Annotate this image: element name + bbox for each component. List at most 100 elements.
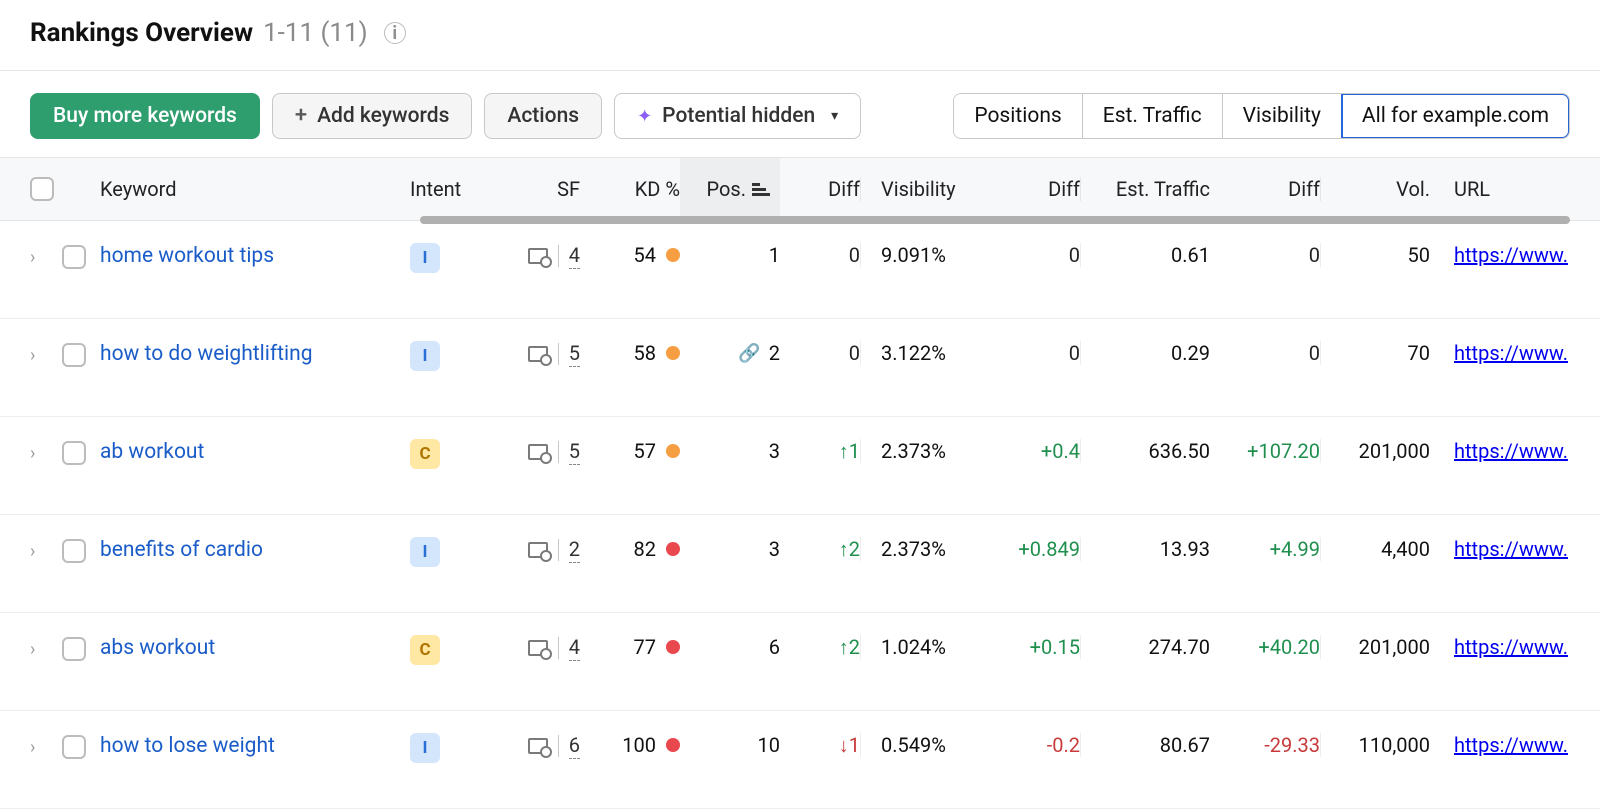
table-row: ›how to lose weightI610010↓10.549%-0.280…: [0, 711, 1600, 809]
url-link[interactable]: https://www.: [1454, 243, 1568, 267]
col-diff-traffic[interactable]: Diff: [1210, 177, 1320, 201]
keyword-link[interactable]: home workout tips: [100, 244, 274, 268]
expand-row-icon[interactable]: ›: [30, 341, 62, 366]
row-checkbox[interactable]: [62, 735, 86, 759]
tab-all-for-domain[interactable]: All for example.com: [1341, 93, 1570, 139]
kd-dot-icon: [666, 542, 680, 556]
col-url[interactable]: URL: [1430, 177, 1570, 201]
keyword-link[interactable]: ab workout: [100, 440, 204, 464]
col-pos[interactable]: Pos.: [680, 158, 780, 220]
traffic-diff: +4.99: [1210, 537, 1320, 561]
url-link[interactable]: https://www.: [1454, 733, 1568, 757]
col-sf[interactable]: SF: [500, 177, 580, 201]
keyword-link[interactable]: abs workout: [100, 636, 215, 660]
link-icon: 🔗: [738, 343, 760, 364]
serp-features-icon[interactable]: [528, 640, 548, 656]
serp-features-icon[interactable]: [528, 248, 548, 264]
buy-keywords-label: Buy more keywords: [53, 104, 237, 128]
col-traffic[interactable]: Est. Traffic: [1080, 177, 1210, 201]
visibility-diff: +0.849: [1000, 537, 1080, 561]
intent-badge: I: [410, 341, 440, 371]
col-diff-vis[interactable]: Diff: [1000, 177, 1080, 201]
visibility-diff: +0.15: [1000, 635, 1080, 659]
tab-est-traffic[interactable]: Est. Traffic: [1083, 94, 1223, 138]
row-checkbox[interactable]: [62, 637, 86, 661]
tab-visibility[interactable]: Visibility: [1223, 94, 1342, 138]
col-diff-pos[interactable]: Diff: [780, 177, 860, 201]
row-checkbox[interactable]: [62, 539, 86, 563]
sf-count: 2: [569, 537, 580, 563]
plus-icon: +: [295, 105, 307, 127]
traffic-diff: +40.20: [1210, 635, 1320, 659]
actions-button[interactable]: Actions: [484, 93, 602, 139]
url-link[interactable]: https://www.: [1454, 341, 1568, 365]
visibility-value: 9.091%: [860, 243, 1000, 267]
vol-value: 70: [1320, 341, 1430, 365]
add-keywords-button[interactable]: + Add keywords: [272, 93, 473, 139]
potential-hidden-dropdown[interactable]: ✦ Potential hidden ▾: [614, 93, 861, 139]
col-keyword[interactable]: Keyword: [100, 177, 410, 201]
pos-diff: ↑2: [780, 537, 860, 562]
visibility-value: 2.373%: [860, 537, 1000, 561]
page-header: Rankings Overview 1-11 (11) i: [0, 0, 1600, 71]
col-kd[interactable]: KD %: [580, 177, 680, 201]
traffic-diff: 0: [1210, 243, 1320, 267]
visibility-value: 1.024%: [860, 635, 1000, 659]
tab-positions[interactable]: Positions: [954, 94, 1082, 138]
serp-features-icon[interactable]: [528, 542, 548, 558]
pos-diff: 0: [780, 243, 860, 267]
row-checkbox[interactable]: [62, 245, 86, 269]
keyword-link[interactable]: how to lose weight: [100, 734, 275, 758]
chevron-down-icon: ▾: [831, 108, 838, 124]
serp-features-icon[interactable]: [528, 346, 548, 362]
keyword-link[interactable]: benefits of cardio: [100, 538, 263, 562]
buy-keywords-button[interactable]: Buy more keywords: [30, 93, 260, 139]
kd-value: 54: [634, 243, 656, 267]
table-row: ›benefits of cardioI2823↑22.373%+0.84913…: [0, 515, 1600, 613]
serp-features-icon[interactable]: [528, 444, 548, 460]
expand-row-icon[interactable]: ›: [30, 733, 62, 758]
kd-dot-icon: [666, 248, 680, 262]
traffic-value: 80.67: [1080, 733, 1210, 757]
vol-value: 4,400: [1320, 537, 1430, 561]
toolbar: Buy more keywords + Add keywords Actions…: [0, 71, 1600, 157]
row-checkbox[interactable]: [62, 343, 86, 367]
traffic-value: 0.29: [1080, 341, 1210, 365]
page-range: 1-11 (11): [263, 18, 368, 48]
kd-value: 77: [634, 635, 656, 659]
sort-asc-icon: [752, 181, 770, 198]
url-link[interactable]: https://www.: [1454, 635, 1568, 659]
intent-badge: I: [410, 537, 440, 567]
intent-badge: I: [410, 243, 440, 273]
table-row: ›abs workoutC4776↑21.024%+0.15274.70+40.…: [0, 613, 1600, 711]
pos-value: 2: [769, 341, 780, 365]
col-visibility[interactable]: Visibility: [860, 177, 1000, 201]
info-icon[interactable]: i: [384, 22, 406, 44]
expand-row-icon[interactable]: ›: [30, 439, 62, 464]
visibility-diff: 0: [1000, 243, 1080, 267]
traffic-value: 13.93: [1080, 537, 1210, 561]
table-row: ›home workout tipsI454109.091%00.61050ht…: [0, 221, 1600, 319]
traffic-diff: 0: [1210, 341, 1320, 365]
table-row: ›ab workoutC5573↑12.373%+0.4636.50+107.2…: [0, 417, 1600, 515]
pos-value: 6: [769, 635, 780, 659]
col-vol[interactable]: Vol.: [1320, 177, 1430, 201]
pos-diff: ↓1: [780, 733, 860, 758]
col-intent[interactable]: Intent: [410, 177, 500, 201]
keyword-link[interactable]: how to do weightlifting: [100, 342, 313, 366]
serp-features-icon[interactable]: [528, 738, 548, 754]
row-checkbox[interactable]: [62, 441, 86, 465]
url-link[interactable]: https://www.: [1454, 537, 1568, 561]
select-all-checkbox[interactable]: [30, 177, 54, 201]
expand-row-icon[interactable]: ›: [30, 537, 62, 562]
vol-value: 50: [1320, 243, 1430, 267]
expand-row-icon[interactable]: ›: [30, 243, 62, 268]
expand-row-icon[interactable]: ›: [30, 635, 62, 660]
potential-hidden-label: Potential hidden: [662, 104, 815, 128]
vol-value: 201,000: [1320, 635, 1430, 659]
pos-value: 10: [758, 733, 780, 757]
url-link[interactable]: https://www.: [1454, 439, 1568, 463]
sf-count: 5: [569, 439, 580, 465]
intent-badge: C: [410, 635, 440, 665]
sf-count: 6: [569, 733, 580, 759]
